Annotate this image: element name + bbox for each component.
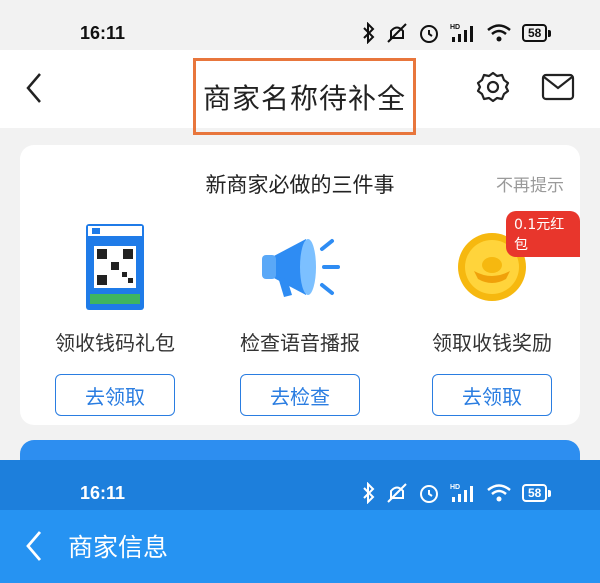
page-title-highlight: 商家名称待补全 xyxy=(193,58,416,135)
battery-icon: 58 xyxy=(522,24,552,42)
wifi-icon xyxy=(487,24,511,42)
check-voice-button[interactable]: 去检查 xyxy=(240,374,360,416)
qr-code-card-icon xyxy=(86,224,144,310)
alarm-icon xyxy=(420,485,438,503)
gear-icon[interactable] xyxy=(476,70,510,104)
task-label: 领取收钱奖励 xyxy=(432,331,552,355)
svg-text:HD: HD xyxy=(450,484,460,491)
claim-qr-gift-button[interactable]: 去领取 xyxy=(55,374,175,416)
task-label: 检查语音播报 xyxy=(240,331,360,355)
bluetooth-icon xyxy=(363,22,375,44)
merchant-info-header: 商家信息 xyxy=(0,510,600,583)
task-item-qr-gift: 领收钱码礼包 去领取 xyxy=(25,217,205,416)
claim-reward-button[interactable]: 去领取 xyxy=(432,374,552,416)
signal-icon: HD xyxy=(450,484,473,502)
back-arrow-icon[interactable] xyxy=(22,528,48,564)
mail-icon[interactable] xyxy=(541,72,575,102)
status-time: 16:11 xyxy=(80,22,126,43)
svg-text:HD: HD xyxy=(450,24,460,31)
signal-icon: HD xyxy=(450,24,473,42)
mute-icon xyxy=(387,23,407,43)
page-title: 商家名称待补全 xyxy=(202,81,406,115)
dismiss-link[interactable]: 不再提示 xyxy=(496,171,564,196)
battery-icon: 58 xyxy=(522,484,552,502)
back-arrow-icon[interactable] xyxy=(20,68,50,108)
task-item-voice-check: 检查语音播报 去检查 xyxy=(210,217,390,416)
mute-icon xyxy=(387,483,407,503)
wifi-icon xyxy=(487,484,511,502)
status-time: 16:11 xyxy=(80,482,126,503)
new-merchant-tasks-card: 新商家必做的三件事 不再提示 领收钱码礼包 去领取 检查语音播报 去检查 领取收… xyxy=(20,145,580,425)
task-label: 领收钱码礼包 xyxy=(55,331,175,355)
red-packet-badge: 0.1元红包 xyxy=(506,211,580,257)
megaphone-icon xyxy=(262,239,340,297)
banner-partial xyxy=(20,440,580,460)
merchant-info-title: 商家信息 xyxy=(68,533,169,562)
bluetooth-icon xyxy=(363,482,375,504)
alarm-icon xyxy=(420,25,438,43)
